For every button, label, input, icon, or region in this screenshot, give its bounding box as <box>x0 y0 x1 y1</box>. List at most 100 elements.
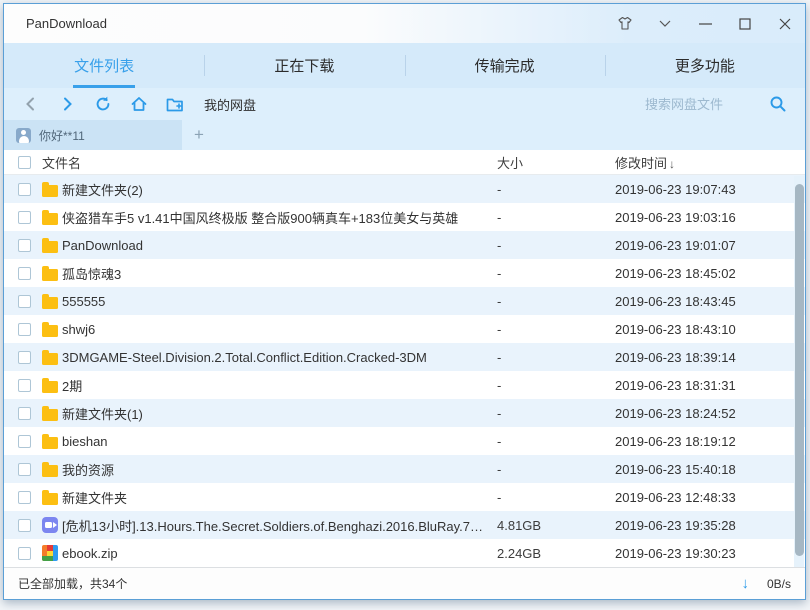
table-row[interactable]: 新建文件夹 - 2019-06-23 12:48:33 <box>4 483 805 511</box>
folder-icon <box>42 241 58 253</box>
file-modified: 2019-06-23 18:24:52 <box>615 406 793 421</box>
file-name[interactable]: bieshan <box>62 434 497 449</box>
skin-icon[interactable] <box>605 4 645 43</box>
new-folder-icon[interactable] <box>160 91 190 117</box>
scrollbar-track[interactable] <box>794 176 804 567</box>
table-row[interactable]: 新建文件夹(1) - 2019-06-23 18:24:52 <box>4 399 805 427</box>
back-icon[interactable] <box>16 91 46 117</box>
folder-icon <box>42 325 58 337</box>
table-row[interactable]: 2期 - 2019-06-23 18:31:31 <box>4 371 805 399</box>
window-title: PanDownload <box>26 16 107 31</box>
file-name[interactable]: [危机13小时].13.Hours.The.Secret.Soldiers.of… <box>62 516 497 535</box>
file-modified: 2019-06-23 19:35:28 <box>615 518 793 533</box>
folder-icon <box>42 185 58 197</box>
table-row[interactable]: 孤岛惊魂3 - 2019-06-23 18:45:02 <box>4 259 805 287</box>
table-row[interactable]: 侠盗猎车手5 v1.41中国风终极版 整合版900辆真车+183位美女与英雄 -… <box>4 203 805 231</box>
tab-file-list[interactable]: 文件列表 <box>4 43 204 88</box>
search-input[interactable] <box>645 97 763 112</box>
maximize-icon[interactable] <box>725 4 765 43</box>
account-bar: 你好**11 + <box>4 120 805 150</box>
table-row[interactable]: 3DMGAME-Steel.Division.2.Total.Conflict.… <box>4 343 805 371</box>
table-row[interactable]: 新建文件夹(2) - 2019-06-23 19:07:43 <box>4 175 805 203</box>
file-name[interactable]: 我的资源 <box>62 460 497 479</box>
file-table: 文件名 大小 修改时间↓ 新建文件夹(2) - 2019-06-23 19:07… <box>4 150 805 567</box>
file-name[interactable]: 555555 <box>62 294 497 309</box>
tab-more-features[interactable]: 更多功能 <box>605 43 805 88</box>
file-name[interactable]: 新建文件夹(1) <box>62 404 497 423</box>
row-checkbox[interactable] <box>18 463 31 476</box>
column-header-size[interactable]: 大小 <box>497 153 615 172</box>
row-checkbox[interactable] <box>18 435 31 448</box>
account-tab[interactable]: 你好**11 <box>4 120 182 150</box>
menu-chevron-icon[interactable] <box>645 4 685 43</box>
row-checkbox[interactable] <box>18 407 31 420</box>
table-row[interactable]: bieshan - 2019-06-23 18:19:12 <box>4 427 805 455</box>
folder-icon <box>42 297 58 309</box>
app-window: PanDownload 文件列表 正在下载 传输完成 更多功能 <box>3 3 806 600</box>
minimize-icon[interactable] <box>685 4 725 43</box>
close-icon[interactable] <box>765 4 805 43</box>
table-row[interactable]: ebook.zip 2.24GB 2019-06-23 19:30:23 <box>4 539 805 567</box>
scrollbar-thumb[interactable] <box>795 184 804 556</box>
home-icon[interactable] <box>124 91 154 117</box>
row-checkbox[interactable] <box>18 379 31 392</box>
tab-bar: 文件列表 正在下载 传输完成 更多功能 <box>4 43 805 88</box>
row-checkbox[interactable] <box>18 491 31 504</box>
file-size: - <box>497 210 615 225</box>
table-row[interactable]: 我的资源 - 2019-06-23 15:40:18 <box>4 455 805 483</box>
row-checkbox[interactable] <box>18 547 31 560</box>
file-name[interactable]: 3DMGAME-Steel.Division.2.Total.Conflict.… <box>62 350 497 365</box>
file-modified: 2019-06-23 15:40:18 <box>615 462 793 477</box>
column-header-name[interactable]: 文件名 <box>42 153 497 172</box>
table-row[interactable]: [危机13小时].13.Hours.The.Secret.Soldiers.of… <box>4 511 805 539</box>
tab-transfer-complete[interactable]: 传输完成 <box>405 43 605 88</box>
folder-icon <box>42 493 58 505</box>
file-size: - <box>497 238 615 253</box>
file-name[interactable]: 新建文件夹 <box>62 488 497 507</box>
file-name[interactable]: shwj6 <box>62 322 497 337</box>
file-name[interactable]: ebook.zip <box>62 546 497 561</box>
row-checkbox[interactable] <box>18 267 31 280</box>
table-row[interactable]: PanDownload - 2019-06-23 19:01:07 <box>4 231 805 259</box>
table-row[interactable]: 555555 - 2019-06-23 18:43:45 <box>4 287 805 315</box>
add-account-button[interactable]: + <box>182 120 216 150</box>
row-checkbox[interactable] <box>18 183 31 196</box>
folder-icon <box>42 213 58 225</box>
download-speed: 0B/s <box>759 577 791 591</box>
file-name[interactable]: 新建文件夹(2) <box>62 180 497 199</box>
breadcrumb[interactable]: 我的网盘 <box>204 95 256 114</box>
file-size: - <box>497 378 615 393</box>
file-modified: 2019-06-23 18:43:10 <box>615 322 793 337</box>
file-modified: 2019-06-23 18:45:02 <box>615 266 793 281</box>
forward-icon[interactable] <box>52 91 82 117</box>
file-size: - <box>497 350 615 365</box>
search-box <box>645 91 793 117</box>
file-name[interactable]: 2期 <box>62 376 497 395</box>
file-name[interactable]: 孤岛惊魂3 <box>62 264 497 283</box>
titlebar: PanDownload <box>4 4 805 43</box>
tab-downloading[interactable]: 正在下载 <box>204 43 404 88</box>
table-body: 新建文件夹(2) - 2019-06-23 19:07:43 侠盗猎车手5 v1… <box>4 175 805 567</box>
refresh-icon[interactable] <box>88 91 118 117</box>
file-size: - <box>497 406 615 421</box>
row-checkbox[interactable] <box>18 239 31 252</box>
column-header-modified[interactable]: 修改时间↓ <box>615 153 793 172</box>
file-name[interactable]: PanDownload <box>62 238 497 253</box>
search-icon[interactable] <box>763 91 793 117</box>
file-name[interactable]: 侠盗猎车手5 v1.41中国风终极版 整合版900辆真车+183位美女与英雄 <box>62 208 497 227</box>
row-checkbox[interactable] <box>18 295 31 308</box>
row-checkbox[interactable] <box>18 323 31 336</box>
file-modified: 2019-06-23 12:48:33 <box>615 490 793 505</box>
file-modified: 2019-06-23 18:43:45 <box>615 294 793 309</box>
file-size: 2.24GB <box>497 546 615 561</box>
row-checkbox[interactable] <box>18 211 31 224</box>
file-size: - <box>497 322 615 337</box>
file-modified: 2019-06-23 19:01:07 <box>615 238 793 253</box>
row-checkbox[interactable] <box>18 519 31 532</box>
download-arrow-icon: ↓ <box>742 575 750 592</box>
select-all-checkbox[interactable] <box>18 156 31 169</box>
table-row[interactable]: shwj6 - 2019-06-23 18:43:10 <box>4 315 805 343</box>
file-modified: 2019-06-23 19:03:16 <box>615 210 793 225</box>
video-icon <box>42 517 58 533</box>
row-checkbox[interactable] <box>18 351 31 364</box>
